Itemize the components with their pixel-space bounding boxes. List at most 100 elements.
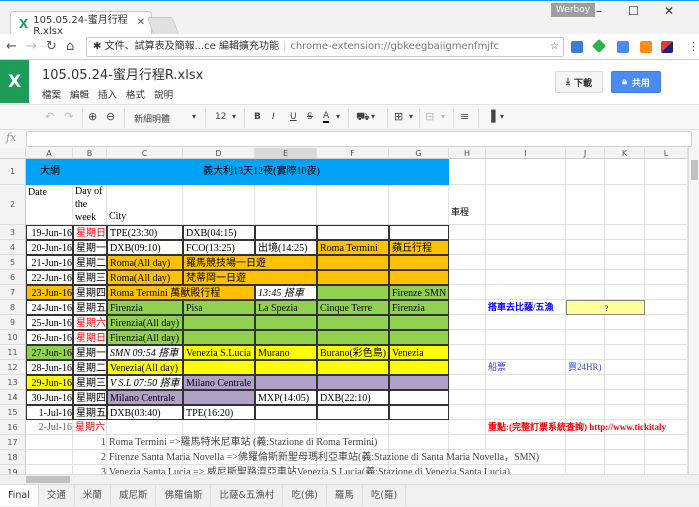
grid-cell[interactable] [317,420,389,435]
note-boat-ticket[interactable]: 船票 [486,360,566,375]
city-cell[interactable]: DXB(09:10) [107,240,183,255]
grid-cell[interactable] [645,300,688,315]
strikethrough-button[interactable]: S [307,112,313,122]
destination-cell[interactable] [389,405,449,420]
bookmark-star-icon[interactable]: ☆ [550,38,559,56]
note-question-cell[interactable]: ? [566,300,645,315]
grid-cell[interactable] [605,345,645,360]
destination-cell[interactable]: DXB(04:15) [183,225,255,240]
weekday-cell[interactable]: 星期二 [73,360,107,375]
grid-cell[interactable] [183,420,255,435]
spreadsheet-grid[interactable]: A B C D E F G H I J K L 1 2 3 4 5 6 7 8 9 10 11 12 13 14 15 16 17 18 1… [0,148,688,474]
grid-cell[interactable] [317,185,389,225]
city-cell[interactable]: Roma(All day) [107,255,183,270]
grid-cell[interactable] [605,225,645,240]
menu-insert[interactable]: 插入 [98,87,117,101]
omnibox[interactable]: ✱ 文件、試算表及簡報...ce 編輯擴充功能 | chrome-extension… [86,37,564,57]
footnote-number[interactable]: 1 [73,435,107,450]
menu-format[interactable]: 格式 [126,87,145,101]
home-icon[interactable]: ⌂ [66,39,74,54]
destination-cell[interactable] [255,225,317,240]
footnote-text[interactable]: Roma Termini =>羅馬特米尼車站 (義:Stazione di Ro… [107,435,688,450]
grid-cell[interactable] [486,240,566,255]
destination-cell[interactable]: Firenze SMN [389,285,449,300]
sheet-tab[interactable]: Final [0,485,39,506]
grid-cell[interactable] [449,345,486,360]
font-size-select[interactable]: 12 [215,112,226,122]
grid-cell[interactable] [26,450,73,465]
align-dropdown-icon[interactable]: ▾ [500,112,504,121]
column-header-c[interactable]: C [107,148,183,159]
grid-cell[interactable] [107,420,183,435]
note-24hr[interactable]: 買24HR) [566,360,605,375]
destination-cell[interactable]: Cinque Terre [317,300,389,315]
date-cell[interactable]: 23-Jun-16 [26,285,73,300]
ticket-link-note[interactable]: 重點:(完整訂票系統查詢) http://www.tickitaly [486,420,688,435]
row-header-11[interactable]: 11 [0,345,26,360]
column-header-i[interactable]: I [486,148,566,159]
city-cell[interactable]: Firenzia [107,300,183,315]
destination-cell[interactable] [317,405,389,420]
text-color-button[interactable]: A [323,111,330,123]
grid-cell[interactable] [605,375,645,390]
align-icon[interactable]: ▐ [487,110,495,123]
grid-cell[interactable] [449,360,486,375]
row-header-16[interactable]: 16 [0,420,26,435]
grid-cell[interactable] [566,375,605,390]
grid-cell[interactable] [645,315,688,330]
weekday-cell[interactable]: 星期一 [73,345,107,360]
grid-cell[interactable] [449,330,486,345]
destination-cell[interactable] [183,390,255,405]
grid-cell[interactable] [645,345,688,360]
merge-dropdown-icon[interactable]: ▾ [441,112,445,121]
grid-cell[interactable] [645,330,688,345]
grid-cell[interactable] [645,240,688,255]
trip-title[interactable]: 義大利13天12夜(實際10夜) [73,159,449,185]
destination-cell[interactable]: 蘋丘行程 [389,240,449,255]
back-icon[interactable]: ← [6,39,17,54]
vertical-scroll-thumb[interactable] [691,160,698,180]
row-header-1[interactable]: 1 [0,159,26,185]
destination-cell[interactable] [317,225,389,240]
sheet-tab[interactable]: 吃(佛) [283,485,327,506]
destination-cell[interactable] [317,360,389,375]
weekday-cell[interactable]: 星期六 [73,315,107,330]
footnote-number[interactable]: 2 [73,450,107,465]
column-header-h[interactable]: H [449,148,486,159]
grid-cell[interactable] [566,255,605,270]
sheet-tab[interactable]: 交通 [39,485,75,506]
weekday-cell[interactable]: 星期一 [73,240,107,255]
grid-cell[interactable] [566,345,605,360]
row-header-4[interactable]: 4 [0,240,26,255]
city-header[interactable]: City [107,185,183,225]
column-header-d[interactable]: D [183,148,255,159]
evernote-extension-icon[interactable] [591,38,607,54]
date-cell[interactable]: 1-Jul-16 [26,405,73,420]
grid-cell[interactable] [645,270,688,285]
undo-icon[interactable]: ↶ [45,110,54,123]
destination-cell[interactable] [317,270,389,285]
destination-cell[interactable]: Firenzia [389,300,449,315]
weekday-cell[interactable]: 星期日 [73,330,107,345]
row-header-9[interactable]: 9 [0,315,26,330]
footnote-text[interactable]: Firenze Santa Maria Novella =>佛羅倫斯新聖母瑪利亞… [107,450,688,465]
city-cell[interactable]: TPE(23:30) [107,225,183,240]
grid-cell[interactable] [255,420,317,435]
city-cell[interactable]: Roma Termini 萬獸殿行程 [107,285,255,300]
row-header-14[interactable]: 14 [0,390,26,405]
date-header[interactable]: Date [26,185,73,225]
browser-tab[interactable]: X 105.05.24-蜜月行程R.xlsx ✕ [10,11,152,37]
destination-cell[interactable]: Venezia [389,345,449,360]
grid-cell[interactable] [183,185,255,225]
date-cell[interactable]: 28-Jun-16 [26,360,73,375]
sheet-tab[interactable]: 吃(羅) [363,485,407,506]
column-header-b[interactable]: B [73,148,107,159]
grid-cell[interactable] [605,185,645,225]
column-header-k[interactable]: K [605,148,645,159]
destination-cell[interactable] [389,315,449,330]
destination-cell[interactable] [389,360,449,375]
date-cell[interactable]: 20-Jun-16 [26,240,73,255]
grid-cell[interactable] [389,420,449,435]
sheet-tab[interactable]: 威尼斯 [111,485,157,506]
destination-cell[interactable] [317,375,389,390]
